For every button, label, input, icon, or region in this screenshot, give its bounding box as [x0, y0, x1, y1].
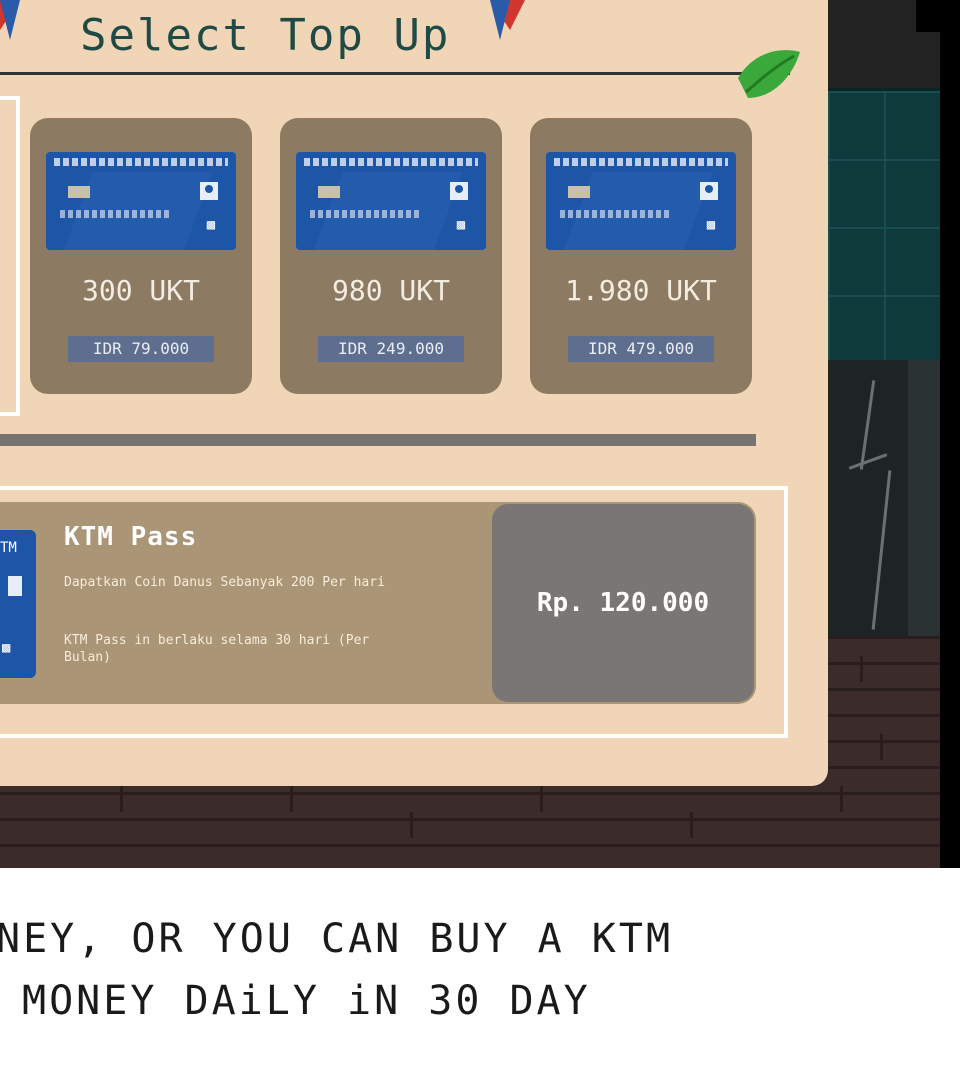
caption-line-2: MONEY DAiLY iN 30 DAY — [22, 978, 591, 1024]
topup-price: IDR 249.000 — [318, 336, 464, 362]
wall-top — [828, 0, 942, 88]
ktm-pass-description: Dapatkan Coin Danus Sebanyak 200 Per har… — [64, 575, 385, 590]
bank-logo-icon: ▩ — [456, 217, 466, 233]
tutorial-caption: NEY, OR YOU CAN BUY A KTM MONEY DAiLY iN… — [0, 910, 960, 1084]
topup-amount: 1.980 UKT — [565, 274, 717, 307]
ktm-pass-validity: KTM Pass in berlaku selama 30 hari (Per … — [64, 633, 370, 665]
bank-card-image: ▩ — [546, 152, 736, 250]
section-divider — [0, 434, 756, 446]
bank-logo-icon: ▩ — [2, 640, 11, 656]
avatar-icon — [700, 182, 718, 200]
ktm-pass-offer[interactable]: TM ▩ KTM Pass Dapatkan Coin Danus Sebany… — [0, 502, 756, 704]
pillar — [908, 360, 940, 640]
topup-card[interactable]: ▩ 300 UKT IDR 79.000 — [30, 118, 252, 394]
bank-logo-icon: ▩ — [706, 217, 716, 233]
window — [828, 88, 940, 363]
avatar-icon — [450, 182, 468, 200]
leaf-icon — [738, 50, 800, 98]
avatar-icon — [8, 576, 22, 596]
screen-edge — [940, 0, 960, 868]
selected-card-frame — [0, 96, 20, 416]
bird-ornament-right-icon — [490, 0, 525, 40]
bank-logo-icon: ▩ — [206, 217, 216, 233]
ktm-pass-buy-button[interactable]: Rp. 120.000 — [492, 504, 754, 702]
ktm-pass-title: KTM Pass — [64, 522, 198, 552]
topup-price: IDR 479.000 — [568, 336, 714, 362]
panel-header: Select Top Up — [0, 0, 800, 98]
topup-card[interactable]: ▩ 1.980 UKT IDR 479.000 — [530, 118, 752, 394]
bank-card-image: ▩ — [296, 152, 486, 250]
title-underline — [0, 72, 790, 75]
topup-price: IDR 79.000 — [68, 336, 214, 362]
bank-card-image: ▩ — [46, 152, 236, 250]
panel-title: Select Top Up — [80, 10, 451, 61]
topup-amount: 980 UKT — [331, 274, 450, 307]
bird-ornament-left-icon — [0, 0, 20, 40]
caption-line-1: NEY, OR YOU CAN BUY A KTM — [0, 916, 674, 962]
ktm-card-image: TM ▩ — [0, 530, 36, 678]
ktm-card-label: TM — [0, 540, 17, 556]
topup-amount: 300 UKT — [81, 274, 200, 307]
topup-card[interactable]: ▩ 980 UKT IDR 249.000 — [280, 118, 502, 394]
avatar-icon — [200, 182, 218, 200]
